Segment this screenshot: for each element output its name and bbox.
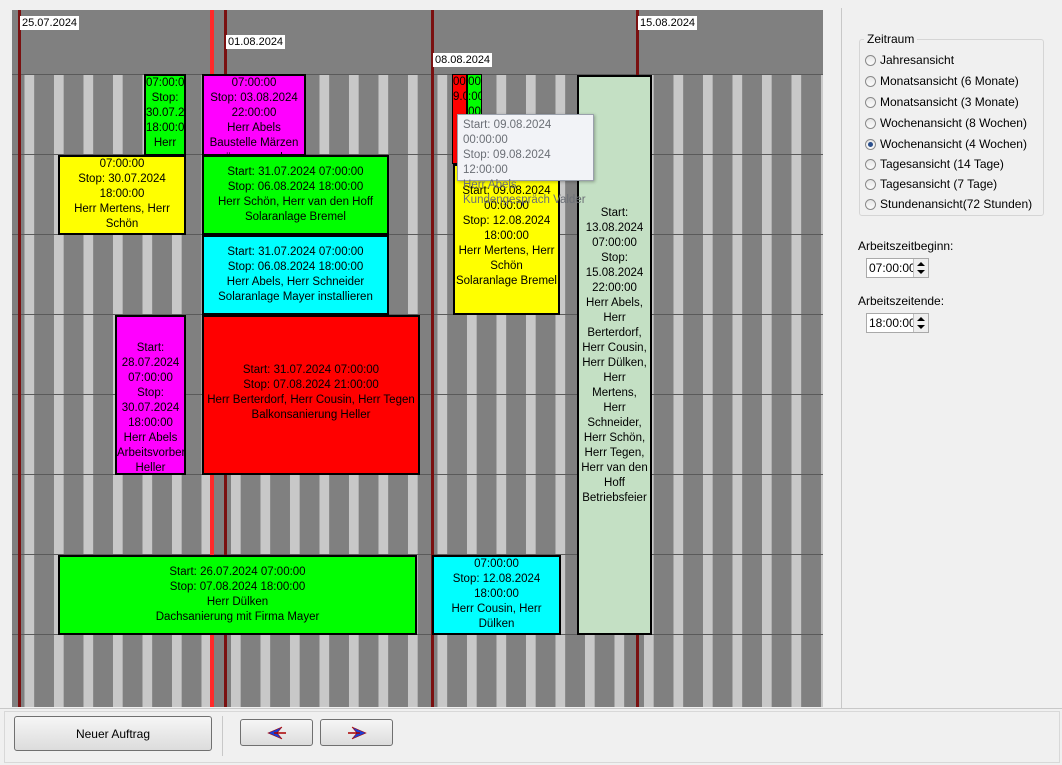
- day-stripe: [696, 74, 703, 707]
- spinner-value: 07:00:00: [869, 261, 916, 275]
- day-stripe: [742, 74, 756, 707]
- event-text: Start: 31.07.2024 07:00:00 Stop: 06.08.2…: [217, 166, 374, 223]
- radio-button-icon: [865, 178, 876, 190]
- event-text: 07:00:00 Stop: 30.07.2024 18:00:00 Herr …: [74, 158, 170, 230]
- event-text: Start: 13.08.2024 07:00:00 Stop: 15.08.2…: [581, 207, 648, 504]
- arbeitszeitbeginn-label: Arbeitszeitbeginn:: [858, 239, 954, 253]
- event-green-bremel[interactable]: Start: 31.07.2024 07:00:00 Stop: 06.08.2…: [202, 155, 389, 235]
- radio-label: Wochenansicht (8 Wochen): [880, 116, 1027, 130]
- day-stripe: [785, 74, 792, 707]
- day-stripe: [732, 74, 743, 707]
- day-stripe: [726, 74, 733, 707]
- arrow-right-icon: [347, 726, 367, 739]
- spin-down-icon[interactable]: [917, 325, 925, 329]
- panel-divider: [841, 8, 842, 708]
- radio-label: Tagesansicht (7 Tage): [880, 177, 998, 191]
- radio-label: Stundenansicht(72 Stunden): [880, 197, 1033, 211]
- timeline-header: [12, 10, 823, 74]
- radio-monatsansicht-6[interactable]: Monatsansicht (6 Monate): [865, 72, 1019, 90]
- day-stripe: [755, 74, 762, 707]
- radio-label: Monatsansicht (3 Monate): [880, 95, 1019, 109]
- day-stripe: [712, 74, 726, 707]
- new-order-button[interactable]: Neuer Auftrag: [14, 716, 212, 751]
- radio-monatsansicht-3[interactable]: Monatsansicht (3 Monate): [865, 93, 1019, 111]
- zeitraum-title: Zeitraum: [864, 32, 918, 46]
- spinner-value: 18:00:00: [869, 316, 916, 330]
- event-tooltip: Start: 09.08.2024 00:00:00 Stop: 09.08.2…: [457, 114, 594, 206]
- event-magenta-heller[interactable]: Start: 28.07.2024 07:00:00 Stop: 30.07.2…: [115, 315, 186, 475]
- bottom-toolbar: Neuer Auftrag: [0, 708, 1062, 765]
- day-stripe: [771, 74, 785, 707]
- event-text: 07:00:00 Stop: 30.07.2024 18:00:00 Herr …: [146, 77, 185, 154]
- date-label: 25.07.2024: [20, 16, 80, 30]
- date-label: 15.08.2024: [638, 16, 698, 30]
- date-label: 08.08.2024: [433, 53, 493, 67]
- day-stripe: [24, 74, 35, 707]
- row-divider: [12, 74, 823, 75]
- event-green-small[interactable]: 07:00:00 Stop: 30.07.2024 18:00:00 Herr …: [144, 74, 186, 156]
- radio-button-icon: [865, 198, 876, 210]
- radio-stundenansicht-72[interactable]: Stundenansicht(72 Stunden): [865, 195, 1032, 213]
- day-stripe: [667, 74, 674, 707]
- day-stripe: [761, 74, 772, 707]
- day-stripe: [820, 74, 823, 707]
- radio-tagesansicht-7[interactable]: Tagesansicht (7 Tage): [865, 175, 997, 193]
- spin-down-icon[interactable]: [917, 270, 925, 274]
- radio-button-icon: [865, 117, 876, 129]
- event-text: 07:00:00 Stop: 12.08.2024 18:00:00 Herr …: [451, 558, 542, 630]
- date-label: 01.08.2024: [226, 35, 286, 49]
- arrow-left-icon: [266, 726, 286, 739]
- radio-button-selected-icon: [865, 138, 876, 150]
- event-text: 00:00 9.00.00: [453, 76, 466, 103]
- event-text: 07:00:00 Stop: 03.08.2024 22:00:00 Herr …: [209, 77, 299, 154]
- arbeitszeitende-spinner[interactable]: 18:00:00: [866, 313, 929, 333]
- radio-button-icon: [865, 158, 876, 170]
- day-stripe: [702, 74, 713, 707]
- radio-label: Wochenansicht (4 Wochen): [880, 137, 1027, 151]
- timeline-chart[interactable]: 25.07.2024 01.08.2024 08.08.2024 15.08.2…: [12, 10, 823, 707]
- toolbar-separator: [222, 716, 223, 756]
- toolbar-divider: [0, 708, 1062, 709]
- day-stripe: [791, 74, 802, 707]
- radio-label: Tagesansicht (14 Tage): [880, 157, 1004, 171]
- next-button[interactable]: [320, 719, 393, 746]
- event-text: Start: 26.07.2024 07:00:00 Stop: 07.08.2…: [155, 566, 320, 623]
- day-stripe: [673, 74, 684, 707]
- settings-sidebar: Zeitraum Jahresansicht Monatsansicht (6 …: [843, 8, 1059, 708]
- radio-button-icon: [865, 75, 876, 87]
- event-cyan-mayer[interactable]: Start: 31.07.2024 07:00:00 Stop: 06.08.2…: [202, 235, 389, 315]
- week-line: [18, 10, 21, 707]
- event-magenta-top[interactable]: 07:00:00 Stop: 03.08.2024 22:00:00 Herr …: [202, 74, 306, 156]
- radio-button-icon: [865, 54, 876, 66]
- arbeitszeitbeginn-spinner[interactable]: 07:00:00: [866, 258, 929, 278]
- radio-button-icon: [865, 96, 876, 108]
- event-text: Start: 28.07.2024 07:00:00 Stop: 30.07.2…: [117, 342, 186, 474]
- event-cyan-friedenheim[interactable]: 07:00:00 Stop: 12.08.2024 18:00:00 Herr …: [432, 555, 561, 635]
- day-stripe: [683, 74, 697, 707]
- event-text: Start: 31.07.2024 07:00:00 Stop: 06.08.2…: [218, 246, 373, 303]
- day-stripe: [34, 74, 48, 707]
- day-stripe: [801, 74, 815, 707]
- spin-up-icon[interactable]: [917, 262, 925, 266]
- spinner-buttons[interactable]: [913, 314, 928, 332]
- day-stripe: [653, 74, 667, 707]
- radio-label: Jahresansicht: [880, 53, 955, 67]
- radio-wochenansicht-8[interactable]: Wochenansicht (8 Wochen): [865, 114, 1027, 132]
- radio-wochenansicht-4[interactable]: Wochenansicht (4 Wochen): [865, 135, 1027, 153]
- day-stripe: [814, 74, 821, 707]
- spin-up-icon[interactable]: [917, 317, 925, 321]
- event-green-dach[interactable]: Start: 26.07.2024 07:00:00 Stop: 07.08.2…: [58, 555, 417, 635]
- radio-label: Monatsansicht (6 Monate): [880, 74, 1019, 88]
- event-yellow-left[interactable]: 07:00:00 Stop: 30.07.2024 18:00:00 Herr …: [58, 155, 186, 235]
- event-red-balkon[interactable]: Start: 31.07.2024 07:00:00 Stop: 07.08.2…: [202, 315, 420, 475]
- spinner-buttons[interactable]: [913, 259, 928, 277]
- radio-tagesansicht-14[interactable]: Tagesansicht (14 Tage): [865, 155, 1004, 173]
- event-text: Start: 31.07.2024 07:00:00 Stop: 07.08.2…: [207, 364, 415, 421]
- scheduler-window: 25.07.2024 01.08.2024 08.08.2024 15.08.2…: [0, 0, 1062, 765]
- day-stripe: [47, 74, 54, 707]
- arbeitszeitende-label: Arbeitszeitende:: [858, 294, 945, 308]
- previous-button[interactable]: [240, 719, 313, 746]
- radio-jahresansicht[interactable]: Jahresansicht: [865, 51, 954, 69]
